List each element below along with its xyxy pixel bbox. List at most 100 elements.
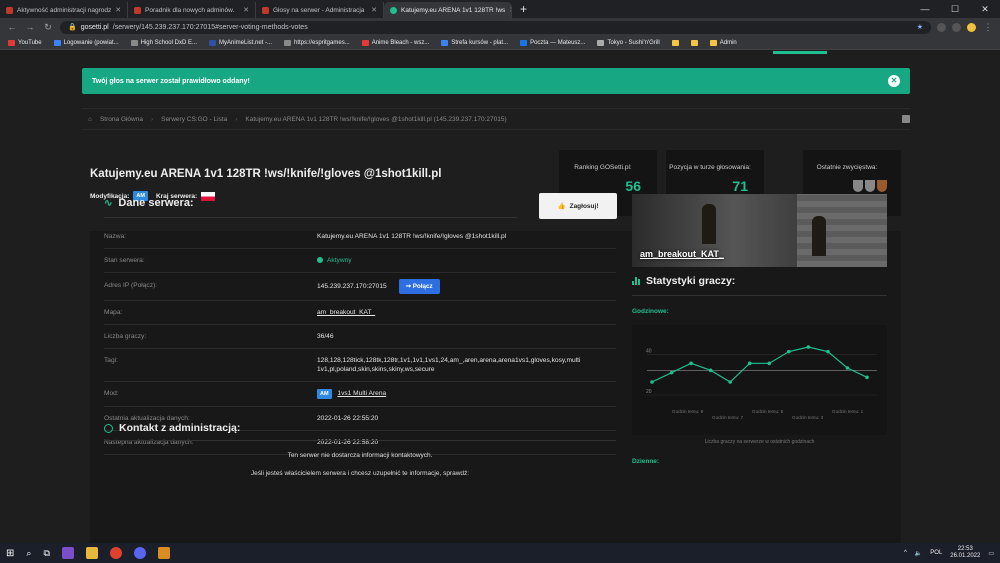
game-app-icon[interactable]	[157, 547, 170, 559]
tab-favicon-icon	[262, 6, 269, 14]
page-title: Katujemy.eu ARENA 1v1 128TR !ws/!knife/!…	[90, 168, 442, 180]
y-tick-label: 40	[646, 348, 652, 354]
discord-icon[interactable]	[133, 547, 146, 559]
notifications-icon[interactable]: ▭	[988, 550, 994, 557]
divider	[104, 217, 517, 218]
table-row: Mod: AM 1vs1 Multi Arena	[104, 382, 616, 407]
data-point[interactable]	[669, 370, 674, 375]
task-view-icon[interactable]: ⧉	[43, 548, 49, 559]
trophy-icon	[853, 180, 863, 192]
breadcrumb-list[interactable]: Serwery CS:GO - Lista	[161, 116, 227, 123]
language-indicator[interactable]: POL	[930, 550, 942, 556]
bookmark-item[interactable]: Anime Bleach - wsz...	[361, 39, 429, 46]
menu-icon[interactable]: ⋮	[982, 22, 994, 33]
bookmark-folder-admin[interactable]: Admin	[709, 39, 737, 46]
bookmark-item[interactable]: Strefa kursów - plat...	[441, 39, 508, 46]
breadcrumb-home[interactable]: Strona Główna	[100, 116, 143, 123]
close-tab-icon[interactable]: ✕	[243, 6, 249, 14]
close-tab-icon[interactable]: ✕	[371, 6, 377, 14]
profile-avatar-icon[interactable]	[967, 22, 976, 32]
star-icon[interactable]: ★	[917, 23, 923, 31]
data-point[interactable]	[747, 361, 752, 366]
address-bar-row: ← → ↻ 🔒 gosetti.pl/serwery/145.239.237.1…	[0, 18, 1000, 36]
data-point[interactable]	[650, 380, 654, 384]
map-image-figure	[812, 216, 826, 256]
mod-badge[interactable]: AM	[317, 389, 332, 399]
map-link[interactable]: am_breakout_KAT_	[317, 308, 616, 317]
vote-button[interactable]: 👍 Zagłosuj!	[539, 193, 617, 219]
close-tab-icon[interactable]: ✕	[115, 6, 121, 14]
mod-link[interactable]: 1vs1 Multi Arena	[337, 390, 386, 397]
bookmark-favicon-icon	[520, 39, 528, 46]
folder-icon	[690, 39, 698, 46]
data-point[interactable]	[826, 349, 830, 354]
volume-icon[interactable]: 🔈	[915, 550, 922, 557]
data-point[interactable]	[865, 375, 869, 380]
os-taskbar: ⊞ ⌕ ⧉ ^ 🔈 POL 22:53 26.01.2022 ▭	[0, 543, 1000, 563]
status-badge: Aktywny	[327, 257, 352, 264]
x-tick-label: Godzin temu: 1	[832, 409, 864, 414]
divider	[104, 440, 616, 441]
data-point[interactable]	[689, 361, 693, 366]
data-point[interactable]	[767, 361, 772, 366]
clock[interactable]: 22:53 26.01.2022	[950, 546, 980, 560]
breadcrumb: ⌂ Strona Główna › Serwery CS:GO - Lista …	[82, 108, 910, 130]
bookmark-item[interactable]: Logowanie (powiat...	[53, 39, 119, 46]
file-explorer-icon[interactable]	[85, 547, 98, 559]
back-icon[interactable]: ←	[6, 22, 18, 32]
bookmark-item[interactable]: MyAnimeList.net -...	[208, 39, 272, 46]
bookmark-favicon-icon	[441, 39, 449, 46]
browser-tab[interactable]: Głosy na serwer - Administracja ✕	[256, 2, 384, 18]
bookmark-favicon-icon	[130, 39, 138, 46]
extension-icon[interactable]	[952, 22, 961, 32]
data-point[interactable]	[845, 366, 850, 370]
breadcrumb-separator: ›	[235, 115, 238, 123]
data-point[interactable]	[787, 349, 791, 354]
data-point[interactable]	[728, 380, 732, 384]
bookmark-item[interactable]: High School DxD E...	[130, 39, 197, 46]
section-heading-contact: Kontakt z administracją:	[104, 422, 240, 434]
url-input[interactable]: 🔒 gosetti.pl/serwery/145.239.237.170:270…	[60, 20, 931, 34]
bookmark-item[interactable]: Tokyo - Sushi'n'Grill	[597, 39, 660, 46]
home-icon: ⌂	[88, 115, 92, 123]
bookmark-folder[interactable]	[690, 39, 698, 46]
windows-start-icon[interactable]: ⊞	[6, 548, 14, 559]
maximize-icon[interactable]: ☐	[940, 0, 970, 18]
status-dot-icon	[317, 257, 323, 263]
section-heading-details: ∿ Dane serwera:	[104, 197, 194, 209]
data-point[interactable]	[708, 368, 713, 373]
map-name[interactable]: am_breakout_KAT_	[640, 249, 724, 259]
bookmark-item[interactable]: https://espritgames...	[284, 39, 350, 46]
data-point[interactable]	[806, 345, 811, 349]
bookmark-item[interactable]: YouTube	[8, 39, 42, 46]
extension-icon[interactable]	[937, 22, 946, 32]
forward-icon[interactable]: →	[24, 22, 36, 32]
search-icon[interactable]: ⌕	[26, 548, 31, 559]
browser-tab[interactable]: Aktywność administracji nagrodz ✕	[0, 2, 128, 18]
table-row: Liczba graczy: 36/46	[104, 325, 616, 349]
visual-studio-icon[interactable]	[61, 547, 74, 559]
browser-tab[interactable]: Poradnik dla nowych adminów. ✕	[128, 2, 256, 18]
close-window-icon[interactable]: ✕	[970, 0, 1000, 18]
window-controls: — ☐ ✕	[910, 0, 1000, 18]
browser-tab-active[interactable]: Katujemy.eu ARENA 1v1 128TR !ws✕	[384, 2, 512, 18]
x-tick-label: Godzin temu: 7	[712, 415, 744, 420]
x-tick-label: Godzin temu: 9	[672, 409, 704, 414]
table-row: Adres IP (Połącz): 145.239.237.170:27015 ⇝…	[104, 273, 616, 301]
bookmark-item[interactable]: Poczta — Mateusz...	[520, 39, 585, 46]
x-tick-label: Godzin temu: 5	[752, 409, 784, 414]
minimize-icon[interactable]: —	[910, 0, 940, 18]
divider	[632, 295, 887, 296]
new-tab-button[interactable]: +	[512, 2, 535, 18]
close-alert-icon[interactable]: ✕	[888, 75, 900, 87]
connect-icon: ⇝	[405, 283, 413, 290]
chart-caption: Liczba graczy na serwerze w ostatnich go…	[704, 439, 815, 445]
tray-chevron-icon[interactable]: ^	[904, 550, 907, 556]
map-thumbnail[interactable]: am_breakout_KAT_	[632, 194, 887, 267]
hourly-chart-svg: 20 40 Godzin temu: 9 Godzin temu: 7 Godzin t…	[646, 345, 877, 420]
chrome-icon[interactable]	[109, 547, 122, 559]
facebook-icon[interactable]	[902, 115, 910, 123]
bookmark-folder[interactable]	[671, 39, 679, 46]
reload-icon[interactable]: ↻	[42, 22, 54, 33]
connect-button[interactable]: ⇝ Połącz	[398, 279, 440, 294]
